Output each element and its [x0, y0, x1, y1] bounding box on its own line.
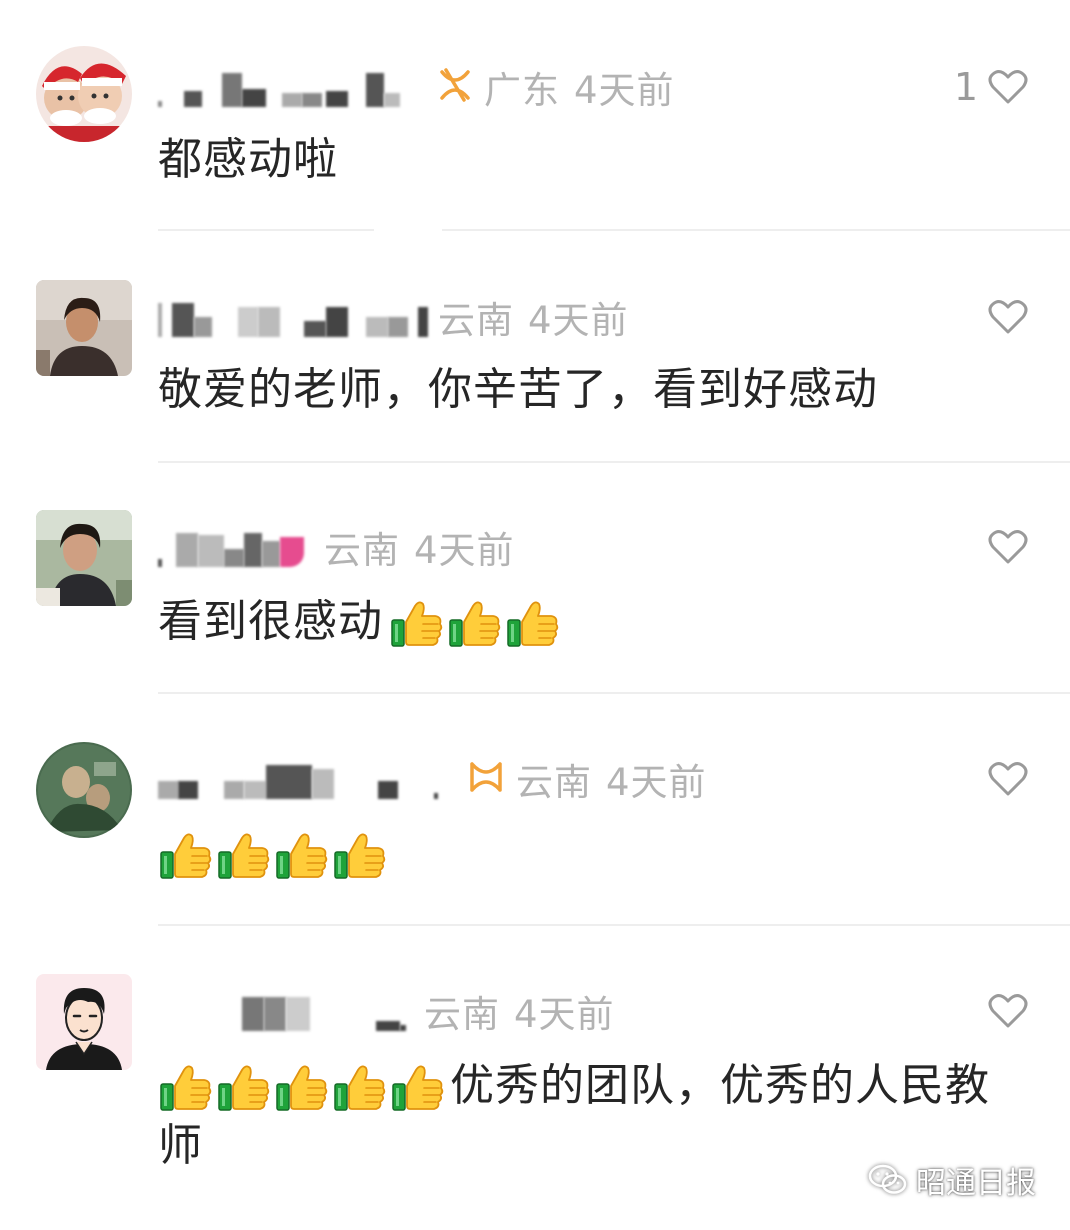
heart-icon [988, 761, 1028, 797]
username-redacted[interactable] [158, 759, 456, 799]
thumbs-up-icon [274, 1060, 330, 1116]
comment-time: 4天前 [574, 69, 675, 112]
comment-time: 4天前 [514, 993, 615, 1036]
heart-icon [988, 529, 1028, 565]
avatar[interactable] [36, 742, 132, 838]
thumbs-up-icon [505, 596, 561, 652]
thumbs-up-icon [390, 1060, 446, 1116]
badge-icon [436, 66, 474, 108]
heart-icon [988, 69, 1028, 105]
thumbs-up-icon [332, 828, 388, 884]
like-button[interactable] [978, 986, 1028, 1036]
like-button[interactable] [978, 522, 1028, 572]
divider [158, 461, 1070, 463]
divider [158, 924, 1070, 926]
username-redacted[interactable] [158, 67, 426, 107]
like-count: 1 [953, 65, 978, 109]
heart-icon [988, 299, 1028, 335]
comment-meta: 广东 4天前 [158, 62, 675, 112]
thumbs-up-icon [332, 1060, 388, 1116]
comment-text: 敬爱的老师，你辛苦了，看到好感动 [158, 364, 878, 415]
comment-time: 4天前 [414, 529, 515, 572]
avatar[interactable] [36, 46, 132, 142]
comment-meta: 云南 4天前 [158, 292, 629, 342]
comment-meta: 云南 4天前 [158, 522, 515, 572]
comment-region: 云南 [516, 761, 592, 804]
comment-meta: 云南 4天前 [158, 754, 707, 804]
thumbs-up-icon [447, 596, 503, 652]
like-button[interactable] [978, 754, 1028, 804]
thumbs-group [389, 596, 563, 652]
divider [158, 692, 1070, 694]
thumbs-group [158, 1060, 448, 1116]
thumbs-up-icon [216, 1060, 272, 1116]
username-redacted[interactable] [158, 297, 428, 337]
comment-region: 云南 [324, 529, 400, 572]
thumbs-up-icon [158, 828, 214, 884]
comment-list: 广东 4天前 1 都感动啦 云南 4天前 敬爱的老师，你辛苦了，看到好感动 云南… [0, 0, 1070, 1230]
like-button[interactable] [978, 292, 1028, 342]
comment-region: 云南 [438, 299, 514, 342]
wechat-icon [868, 1164, 907, 1194]
comment-text: 看到很感动 [158, 592, 1030, 652]
comment-text [158, 824, 1030, 884]
thumbs-up-icon [216, 828, 272, 884]
avatar[interactable] [36, 510, 132, 606]
avatar[interactable] [36, 280, 132, 376]
thumbs-up-icon [274, 828, 330, 884]
username-redacted[interactable] [158, 991, 414, 1031]
watermark-label: 昭通日报 [916, 1166, 1036, 1201]
avatar[interactable] [36, 974, 132, 1070]
badge-icon [466, 758, 506, 800]
thumbs-group [158, 828, 390, 884]
comment-region: 云南 [424, 993, 500, 1036]
thumbs-up-icon [389, 596, 445, 652]
divider [158, 229, 374, 231]
like-button[interactable]: 1 [954, 62, 1028, 112]
comment-time: 4天前 [606, 761, 707, 804]
comment-meta: 云南 4天前 [158, 986, 615, 1036]
heart-icon [988, 993, 1028, 1029]
divider [442, 229, 1070, 231]
thumbs-up-icon [158, 1060, 214, 1116]
comment-text-body: 看到很感动 [158, 596, 383, 647]
watermark: 昭通日报 [868, 1158, 1036, 1202]
comment-time: 4天前 [528, 299, 629, 342]
username-redacted[interactable] [158, 527, 314, 567]
comment-region: 广东 [484, 69, 560, 112]
comment-text: 都感动啦 [158, 134, 338, 185]
